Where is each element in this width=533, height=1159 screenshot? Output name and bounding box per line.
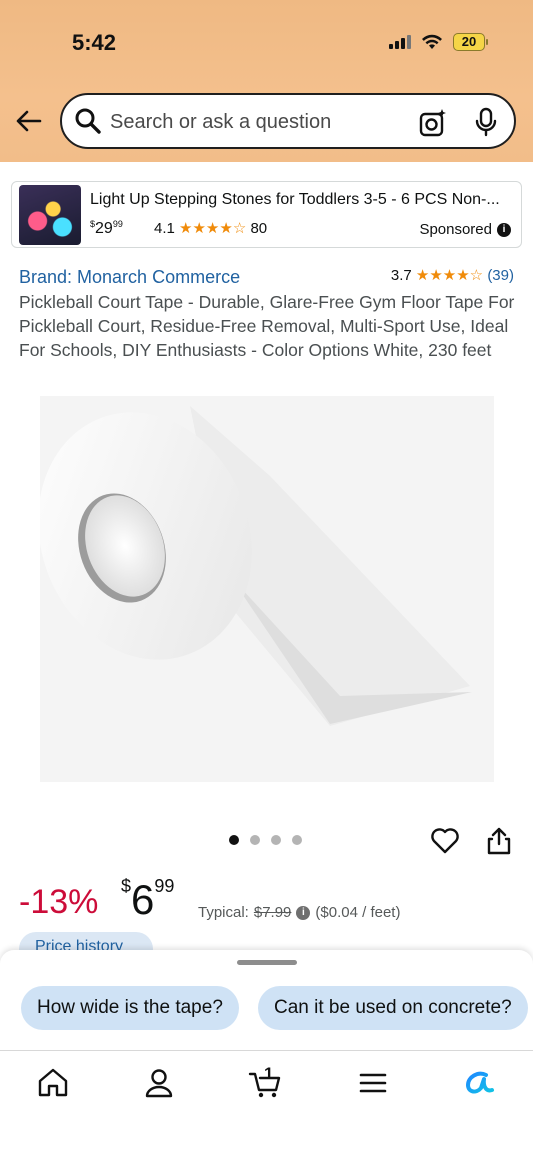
wifi-icon bbox=[422, 34, 442, 49]
sponsored-product-rating: 4.1 ★★★★☆ 80 bbox=[154, 220, 268, 237]
image-carousel-dots[interactable] bbox=[229, 835, 302, 845]
sponsored-product-card[interactable]: Light Up Stepping Stones for Toddlers 3-… bbox=[11, 181, 522, 248]
carousel-dot bbox=[229, 835, 239, 845]
carousel-dot bbox=[271, 835, 281, 845]
sheet-drag-handle[interactable] bbox=[237, 960, 297, 965]
sponsored-product-title: Light Up Stepping Stones for Toddlers 3-… bbox=[90, 191, 500, 208]
account-icon[interactable] bbox=[142, 1066, 176, 1100]
suggestion-chip[interactable]: Can it be used on concrete? bbox=[258, 986, 528, 1030]
status-time: 5:42 bbox=[72, 30, 117, 55]
sponsored-product-thumbnail bbox=[19, 185, 81, 245]
brand-link[interactable]: Brand: Monarch Commerce bbox=[19, 267, 240, 288]
info-icon: i bbox=[497, 222, 511, 237]
star-rating-icon: ★★★★☆ bbox=[179, 220, 247, 237]
typical-price: Typical: $7.99 i ($0.04 / feet) bbox=[198, 904, 401, 921]
rufus-icon[interactable] bbox=[462, 1066, 496, 1100]
tape-roll-image bbox=[38, 396, 494, 782]
discount-percentage: -13% bbox=[19, 883, 99, 921]
microphone-icon[interactable] bbox=[472, 107, 500, 137]
product-price: $699 bbox=[121, 876, 175, 923]
carousel-dot bbox=[292, 835, 302, 845]
product-title: Pickleball Court Tape - Durable, Glare-F… bbox=[19, 292, 515, 360]
carousel-dot bbox=[250, 835, 260, 845]
product-rating[interactable]: 3.7 ★★★★☆ (39) bbox=[391, 266, 514, 284]
sponsored-product-price: $2999 bbox=[90, 219, 123, 237]
menu-icon[interactable] bbox=[356, 1066, 390, 1100]
status-icons: 20 bbox=[389, 33, 488, 51]
search-icon bbox=[75, 108, 101, 134]
cart-count: 1 bbox=[264, 1064, 274, 1083]
camera-lens-icon[interactable] bbox=[418, 108, 448, 138]
share-icon[interactable] bbox=[486, 826, 512, 856]
info-icon[interactable]: i bbox=[296, 905, 311, 920]
cart-icon[interactable]: 1 bbox=[248, 1064, 282, 1100]
sponsored-label[interactable]: Sponsored i bbox=[419, 221, 511, 238]
heart-icon[interactable] bbox=[430, 826, 460, 856]
suggestion-chip[interactable]: How wide is the tape? bbox=[21, 986, 239, 1030]
signal-icon bbox=[389, 35, 411, 49]
star-rating-icon: ★★★★☆ bbox=[415, 267, 484, 284]
battery-icon: 20 bbox=[453, 33, 488, 51]
back-arrow-icon[interactable] bbox=[14, 106, 44, 136]
search-input[interactable]: Search or ask a question bbox=[110, 111, 331, 134]
product-image[interactable] bbox=[38, 396, 494, 782]
search-bar[interactable]: Search or ask a question bbox=[60, 93, 516, 149]
home-icon[interactable] bbox=[36, 1066, 70, 1100]
